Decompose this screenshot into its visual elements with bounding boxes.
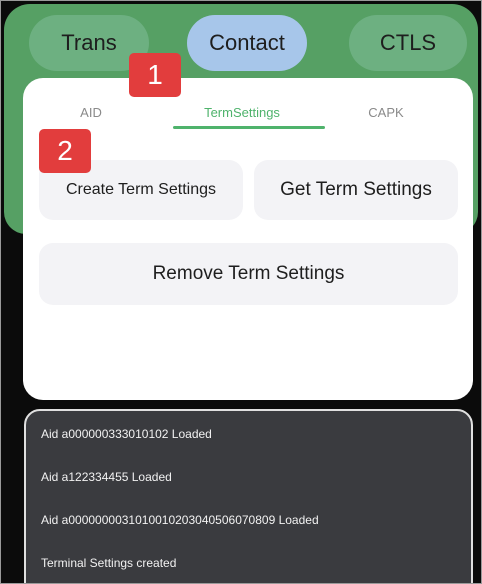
subtab-capk-label: CAPK bbox=[368, 104, 404, 120]
tab-trans-label: Trans bbox=[61, 30, 117, 55]
tab-ctls[interactable]: CTLS bbox=[349, 15, 467, 71]
annotation-badge-1: 1 bbox=[129, 53, 181, 97]
get-term-settings-button[interactable]: Get Term Settings bbox=[254, 160, 458, 220]
log-line: Terminal Settings created bbox=[41, 556, 177, 570]
subtab-aid[interactable]: AID bbox=[53, 102, 129, 122]
tab-ctls-label: CTLS bbox=[379, 30, 437, 55]
remove-term-settings-label: Remove Term Settings bbox=[152, 263, 345, 284]
get-term-settings-label: Get Term Settings bbox=[280, 179, 432, 200]
subtab-term-settings-label: TermSettings bbox=[204, 104, 280, 120]
remove-term-settings-button[interactable]: Remove Term Settings bbox=[39, 243, 458, 305]
subtab-active-indicator bbox=[173, 126, 325, 129]
annotation-badge-2-label: 2 bbox=[57, 135, 73, 166]
annotation-badge-2: 2 bbox=[39, 129, 91, 173]
log-line: Aid a122334455 Loaded bbox=[41, 470, 172, 484]
subtab-capk[interactable]: CAPK bbox=[347, 102, 425, 122]
create-term-settings-label: Create Term Settings bbox=[66, 181, 216, 198]
app-screen: Trans Contact CTLS AID TermSettings CAPK… bbox=[0, 0, 482, 584]
subtab-term-settings[interactable]: TermSettings bbox=[177, 102, 307, 122]
log-line: Aid a0000000031010010203040506070809 Loa… bbox=[41, 513, 319, 527]
tab-contact[interactable]: Contact bbox=[187, 15, 307, 71]
annotation-badge-1-label: 1 bbox=[147, 59, 163, 90]
tab-contact-label: Contact bbox=[209, 30, 285, 55]
subtab-aid-label: AID bbox=[80, 104, 102, 120]
log-line: Aid a000000333010102 Loaded bbox=[41, 427, 212, 441]
